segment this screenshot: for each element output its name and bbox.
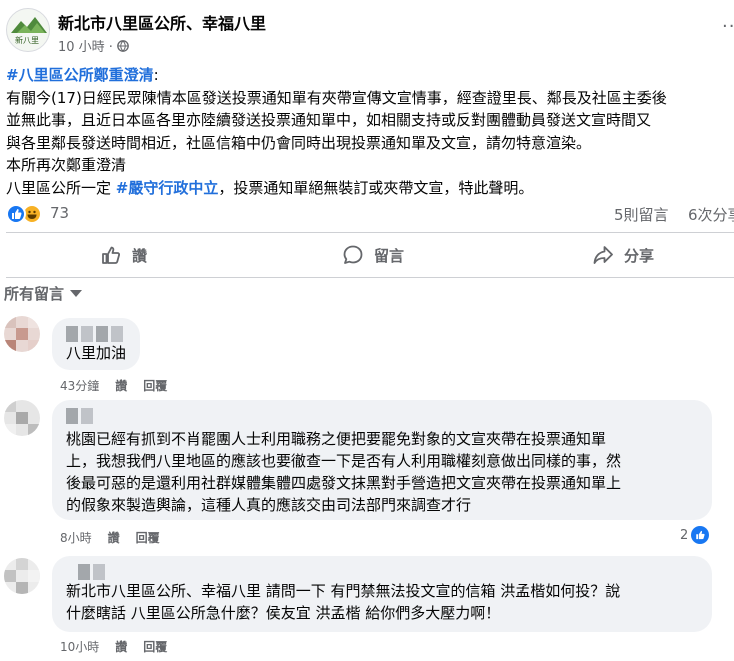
post-line: 八里區公所一定 #嚴守行政中立，投票通知單絕無裝訂或夾帶文宣，特此聲明。 [6, 177, 734, 200]
comment-reaction[interactable]: 2 [680, 526, 710, 544]
comment-sort-dropdown[interactable]: 所有留言 [4, 283, 83, 304]
post-text: ，投票通知單絕無裝訂或夾帶文宣，特此聲明。 [218, 178, 534, 197]
commenter-name-redacted[interactable] [66, 408, 93, 424]
post-meta: 10 小時 · [58, 36, 129, 55]
page-logo: 新八里 [11, 17, 47, 45]
comment-line: 桃園已經有抓到不肖罷團人士利用職務之便把要罷免對象的文宣夾帶在投票通知單 [66, 430, 607, 448]
comment-time[interactable]: 10小時 [60, 638, 99, 655]
comment-bubble: 桃園已經有抓到不肖罷團人士利用職務之便把要罷免對象的文宣夾帶在投票通知單 上，我… [52, 400, 712, 520]
like-reaction-icon [691, 526, 710, 544]
share-label: 分享 [624, 246, 655, 265]
post-header: 新八里 新北市八里區公所、幸福八里 10 小時 · ··· [6, 6, 734, 56]
post-line: 與各里鄰長發送時間相近，社區信箱中仍會同時出現投票通知單及文宣，請勿特意渲染。 [6, 133, 592, 152]
hashtag-link[interactable]: #八里區公所鄭重澄清 [6, 66, 154, 84]
share-icon [593, 246, 613, 264]
comment-text-block: 桃園已經有抓到不肖罷團人士利用職務之便把要罷免對象的文宣夾帶在投票通知單 上，我… [66, 428, 621, 516]
post-line: 並無此事，且近日本區各里亦陸續發送投票通知單中，如相關支持或反對團體動員發送文宣… [6, 111, 652, 129]
comment-line: 什麼瞎話 八里區公所急什麼？侯友宜 洪孟楷 給你們多大壓力啊！ [66, 604, 501, 622]
comment-actions: 43分鐘 讚 回覆 [60, 377, 167, 394]
divider [6, 232, 734, 233]
like-reaction-icon[interactable] [6, 204, 26, 224]
comment-text-block: 新北市八里區公所、幸福八里 請問一下 有門禁無法投文宣的信箱 洪孟楷如何投？說 … [66, 580, 620, 624]
reaction-count[interactable]: 73 [50, 204, 69, 222]
post-body: #八里區公所鄭重澄清: 有關今(17)日經民眾陳情本區發送投票通知單有夾帶宣傳文… [6, 64, 734, 199]
post-time[interactable]: 10 小時 · [58, 36, 113, 55]
globe-icon [117, 39, 129, 52]
share-button[interactable]: 分享 [592, 236, 654, 274]
page-name[interactable]: 新北市八里區公所、幸福八里 [58, 10, 266, 34]
comment-line: 的假象來製造輿論，這種人真的應該交由司法部門來調查才行 [66, 496, 472, 514]
comment-count[interactable]: 5則留言 [614, 204, 669, 225]
comment-actions: 10小時 讚 回覆 [60, 638, 167, 655]
more-icon[interactable]: ··· [722, 16, 734, 37]
reactions-bar: 73 5則留言 6次分享 [6, 202, 734, 226]
comment-bubble: 八里加油 [52, 318, 140, 370]
comment-bubble: 新北市八里區公所、幸福八里 請問一下 有門禁無法投文宣的信箱 洪孟楷如何投？說 … [52, 556, 712, 632]
comment-like-button[interactable]: 讚 [115, 377, 127, 394]
post-line: 本所再次鄭重澄清 [6, 156, 127, 174]
post-line: #八里區公所鄭重澄清: [6, 64, 734, 87]
svg-text:新八里: 新八里 [15, 35, 39, 45]
avatar[interactable] [4, 558, 40, 594]
like-button[interactable]: 讚 [100, 236, 147, 274]
share-count[interactable]: 6次分享 [688, 204, 734, 225]
comment-like-button[interactable]: 讚 [115, 638, 127, 655]
comment-time[interactable]: 43分鐘 [60, 377, 99, 394]
hashtag-link[interactable]: #嚴守行政中立 [116, 179, 219, 197]
comment-button[interactable]: 留言 [342, 236, 404, 274]
post-text: : [153, 66, 159, 84]
comment-reply-button[interactable]: 回覆 [143, 377, 167, 394]
comment-reply-button[interactable]: 回覆 [143, 638, 167, 655]
commenter-name-redacted[interactable] [78, 564, 105, 580]
comment-label: 留言 [374, 246, 405, 265]
post-line: 有關今(17)日經民眾陳情本區發送投票通知單有夾帶宣傳文宣情事，經查證里長、鄰長… [6, 88, 667, 107]
comment-text: 八里加油 [66, 344, 127, 362]
comment-like-button[interactable]: 讚 [108, 529, 120, 546]
divider [6, 277, 734, 278]
comment-reaction-count: 2 [680, 527, 689, 543]
caret-down-icon [70, 290, 83, 297]
sort-label: 所有留言 [4, 285, 65, 303]
avatar[interactable] [4, 316, 40, 352]
avatar[interactable] [4, 400, 40, 436]
action-bar: 讚 留言 分享 [6, 236, 734, 274]
comment-line: 後最可惡的是還利用社群媒體集體四處發文抹黑對手營造把文宣夾帶在投票通知單上 [66, 474, 622, 492]
comment-time[interactable]: 8小時 [60, 529, 92, 546]
like-label: 讚 [132, 246, 148, 265]
comment-line: 新北市八里區公所、幸福八里 請問一下 有門禁無法投文宣的信箱 洪孟楷如何投？說 [66, 582, 621, 600]
comment-line: 上，我想我們八里地區的應該也要徹查一下是否有人利用職權刻意做出同樣的事，然 [66, 452, 622, 470]
thumbs-up-icon [102, 246, 121, 264]
post-text: 八里區公所一定 [6, 178, 116, 197]
comment-icon [343, 245, 363, 264]
comment-reply-button[interactable]: 回覆 [136, 529, 160, 546]
comment-actions: 8小時 讚 回覆 [60, 529, 160, 546]
page-avatar[interactable]: 新八里 [6, 8, 50, 52]
commenter-name-redacted[interactable] [66, 326, 123, 342]
